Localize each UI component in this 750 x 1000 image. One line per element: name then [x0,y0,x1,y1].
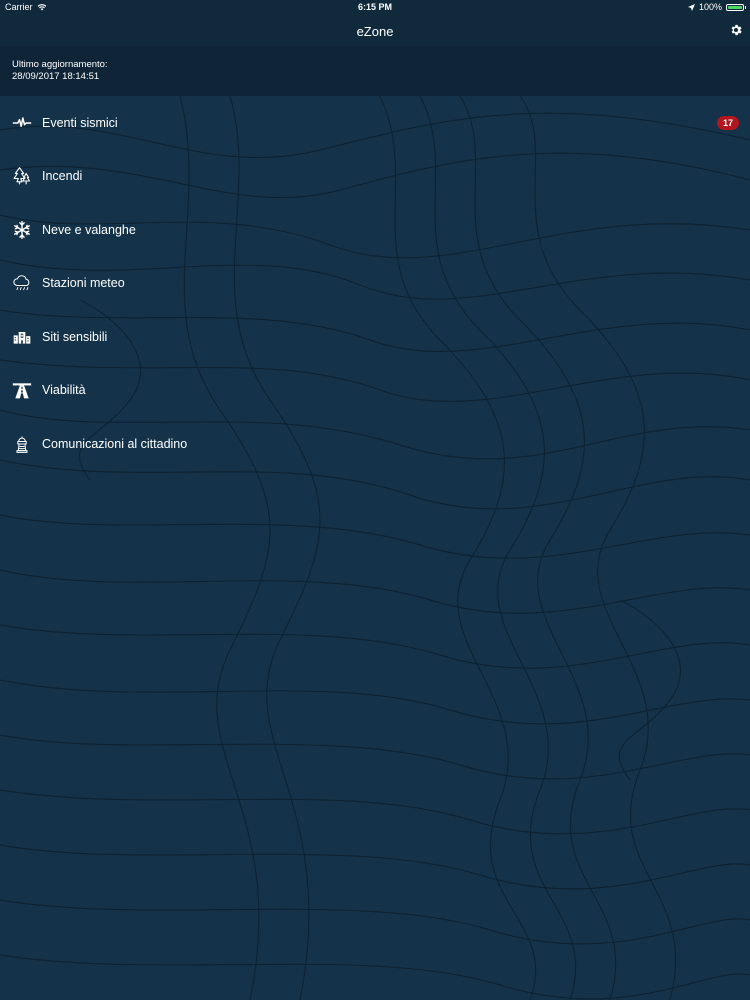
navigation-bar: eZone [0,16,750,46]
fire-trees-icon [11,165,33,187]
building-icon [11,326,33,348]
app-screen: Carrier 6:15 PM 100% eZone Ultimo aggior… [0,0,750,1000]
status-bar: Carrier 6:15 PM 100% [0,0,750,16]
megaphone-tower-icon [11,433,33,455]
last-update-bar: Ultimo aggiornamento: 28/09/2017 18:14:5… [0,46,750,96]
menu-item-stazioni-meteo[interactable]: Stazioni meteo [0,257,750,311]
last-update-text: Ultimo aggiornamento: 28/09/2017 18:14:5… [12,59,108,83]
notification-badge: 17 [717,115,739,130]
menu-item-neve-valanghe[interactable]: Neve e valanghe [0,203,750,257]
menu-item-eventi-sismici[interactable]: Eventi sismici 17 [0,96,750,150]
main-menu: Eventi sismici 17 Incendi Neve e valangh… [0,96,750,471]
app-title: eZone [356,24,394,39]
menu-item-label: Viabilità [42,383,86,398]
menu-item-label: Neve e valanghe [42,222,136,237]
status-time: 6:15 PM [357,2,392,12]
menu-item-incendi[interactable]: Incendi [0,150,750,204]
menu-item-label: Siti sensibili [42,329,108,344]
menu-item-label: Incendi [42,169,83,184]
highway-icon [11,379,33,401]
battery-icon [726,3,746,11]
menu-item-siti-sensibili[interactable]: Siti sensibili [0,310,750,364]
last-update-label: Ultimo aggiornamento: [12,59,108,70]
rain-cloud-icon [11,272,33,294]
battery-level-fill [728,5,742,9]
battery-percentage: 100% [698,2,722,12]
location-arrow-icon [687,3,695,11]
menu-item-label: Stazioni meteo [42,276,125,291]
status-right-group: 100% [687,2,746,12]
last-update-timestamp: 28/09/2017 18:14:51 [12,71,100,82]
menu-item-label: Comunicazioni al cittadino [42,436,188,451]
menu-item-viabilita[interactable]: Viabilità [0,364,750,418]
seismic-icon [11,112,33,134]
menu-item-label: Eventi sismici [42,115,118,130]
menu-item-comunicazioni[interactable]: Comunicazioni al cittadino [0,417,750,471]
snowflake-icon [11,219,33,241]
settings-gear-icon[interactable] [729,23,743,37]
